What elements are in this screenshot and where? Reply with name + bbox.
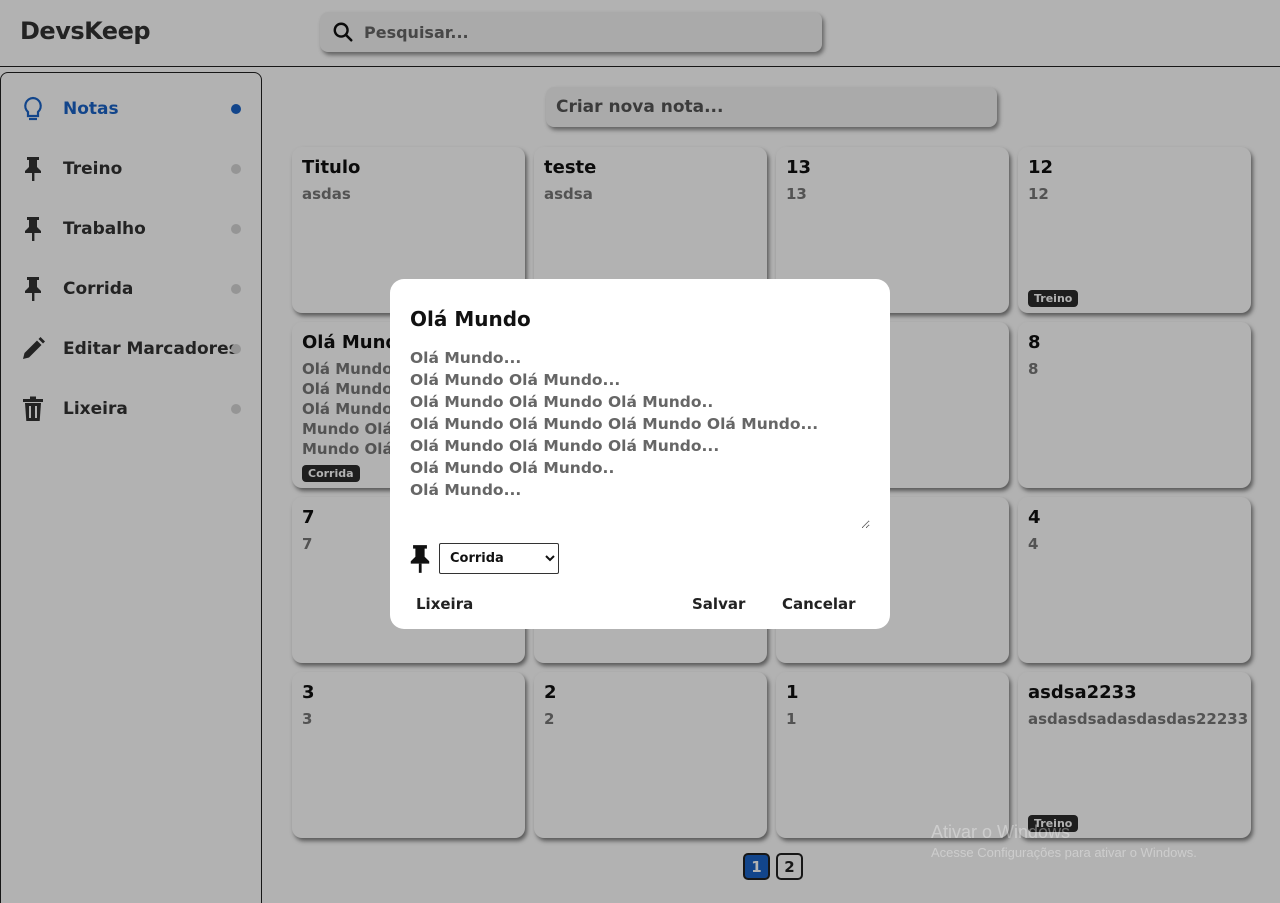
- modal-note-title[interactable]: Olá Mundo: [410, 307, 531, 331]
- watermark-title: Ativar o Windows: [931, 822, 1071, 842]
- save-button[interactable]: Salvar: [692, 595, 745, 613]
- windows-activation-watermark: Ativar o Windows Acesse Configurações pa…: [931, 822, 1197, 860]
- watermark-subtitle: Acesse Configurações para ativar o Windo…: [931, 845, 1197, 860]
- trash-button[interactable]: Lixeira: [416, 595, 473, 613]
- edit-note-modal: Olá Mundo Olá Mundo... Olá Mundo Olá Mun…: [390, 279, 890, 629]
- pin-icon: [410, 545, 430, 573]
- note-content-textarea[interactable]: Olá Mundo... Olá Mundo Olá Mundo... Olá …: [410, 347, 870, 529]
- cancel-button[interactable]: Cancelar: [782, 595, 856, 613]
- tag-select[interactable]: Corrida: [439, 543, 559, 574]
